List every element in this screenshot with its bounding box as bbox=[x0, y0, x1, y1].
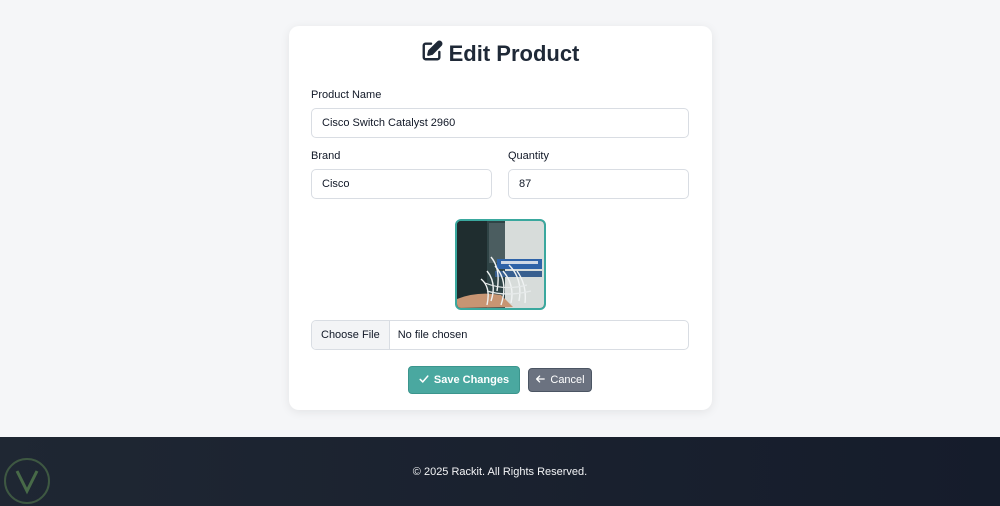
page-title-text: Edit Product bbox=[448, 41, 580, 66]
main-content: Edit Product Product Name Cisco Switch C… bbox=[0, 0, 1000, 437]
product-image-preview bbox=[455, 219, 546, 310]
cancel-button[interactable]: Cancel bbox=[528, 368, 592, 392]
file-status: No file chosen bbox=[397, 329, 468, 341]
brand-input[interactable]: Cisco bbox=[311, 169, 492, 199]
page-title: Edit Product bbox=[0, 40, 1000, 68]
save-changes-label: Save Changes bbox=[433, 374, 510, 386]
product-name-label: Product Name bbox=[311, 89, 382, 101]
quantity-input[interactable]: 87 bbox=[508, 169, 689, 199]
arrow-left-icon bbox=[535, 374, 546, 387]
product-name-input[interactable]: Cisco Switch Catalyst 2960 bbox=[311, 108, 689, 138]
cancel-label: Cancel bbox=[550, 374, 585, 386]
brand-label: Brand bbox=[311, 150, 341, 162]
edit-product-card bbox=[289, 26, 712, 410]
edit-icon bbox=[421, 40, 443, 68]
choose-file-button[interactable]: Choose File bbox=[312, 321, 390, 349]
footer-copyright: © 2025 Rackit. All Rights Reserved. bbox=[412, 465, 588, 478]
save-changes-button[interactable]: Save Changes bbox=[408, 366, 520, 394]
file-input[interactable]: Choose File No file chosen bbox=[311, 320, 689, 350]
check-icon bbox=[419, 374, 429, 387]
footer: © 2025 Rackit. All Rights Reserved. bbox=[0, 437, 1000, 506]
quantity-label: Quantity bbox=[508, 150, 549, 162]
watermark-logo bbox=[3, 457, 51, 505]
